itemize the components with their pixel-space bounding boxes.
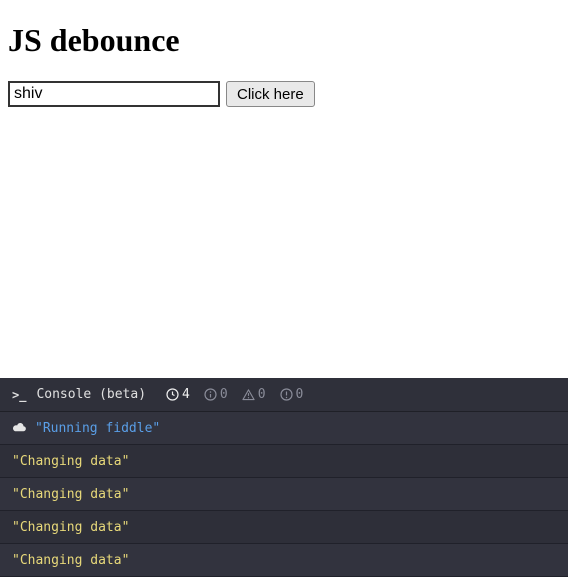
- log-count[interactable]: 4: [166, 387, 190, 402]
- info-count[interactable]: 0: [204, 387, 228, 402]
- error-icon: [280, 388, 293, 401]
- console-log-row[interactable]: "Changing data": [0, 445, 568, 478]
- console-header[interactable]: >_ Console (beta) 4 0 0: [0, 378, 568, 412]
- console-log-text: "Changing data": [12, 487, 129, 502]
- console-log-text: "Changing data": [12, 520, 129, 535]
- console-log-text: "Changing data": [12, 553, 129, 568]
- warn-count-value: 0: [258, 387, 266, 402]
- console-title: Console (beta): [36, 387, 146, 402]
- prompt-icon: >_: [12, 388, 26, 402]
- cloud-icon: [12, 421, 27, 436]
- info-icon: [204, 388, 217, 401]
- error-count[interactable]: 0: [280, 387, 304, 402]
- console-log-text: "Running fiddle": [35, 421, 160, 436]
- warn-count[interactable]: 0: [242, 387, 266, 402]
- console-log-row[interactable]: "Changing data": [0, 511, 568, 544]
- console-log-list: "Running fiddle" "Changing data" "Changing…: [0, 412, 568, 577]
- output-pane: JS debounce Click here: [0, 0, 568, 378]
- warning-icon: [242, 388, 255, 401]
- console-panel: >_ Console (beta) 4 0 0: [0, 378, 568, 577]
- console-log-row[interactable]: "Changing data": [0, 478, 568, 511]
- error-count-value: 0: [296, 387, 304, 402]
- page-title: JS debounce: [8, 22, 560, 59]
- console-log-row[interactable]: "Running fiddle": [0, 412, 568, 445]
- console-counts: 4 0 0 0: [166, 387, 303, 402]
- log-count-value: 4: [182, 387, 190, 402]
- clock-icon: [166, 388, 179, 401]
- debounce-input[interactable]: [8, 81, 220, 107]
- console-log-row[interactable]: "Changing data": [0, 544, 568, 577]
- demo-row: Click here: [8, 81, 560, 107]
- click-here-button[interactable]: Click here: [226, 81, 315, 107]
- info-count-value: 0: [220, 387, 228, 402]
- console-log-text: "Changing data": [12, 454, 129, 469]
